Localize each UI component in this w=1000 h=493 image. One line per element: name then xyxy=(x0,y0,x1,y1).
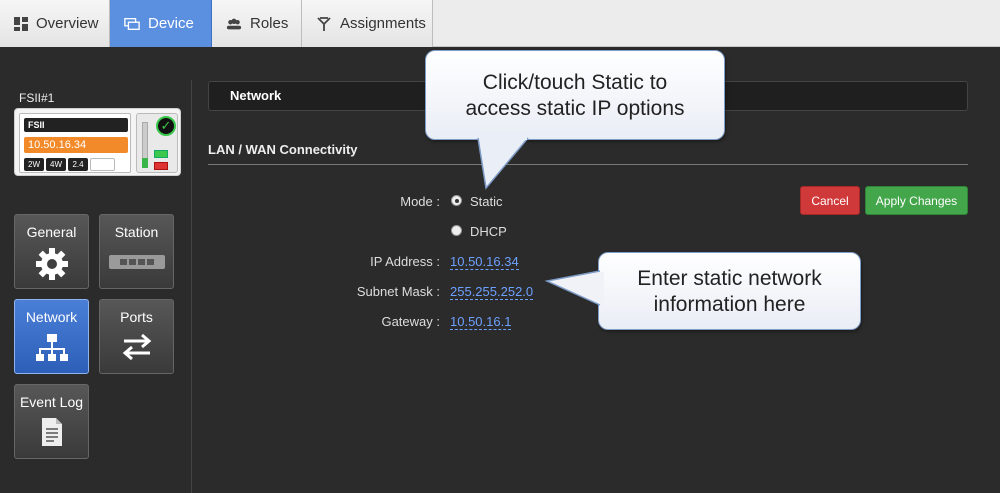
network-callout: Enter static network information here xyxy=(544,252,861,330)
chip-2w: 2W xyxy=(24,158,44,171)
static-radio[interactable] xyxy=(451,195,462,206)
top-tab-bar: Overview Device Roles Assignments xyxy=(0,0,1000,47)
nav-network-button[interactable]: Network xyxy=(14,299,89,374)
gateway-label: Gateway : xyxy=(381,314,440,329)
chip-blank xyxy=(90,158,115,171)
port-red-icon xyxy=(154,162,168,170)
chip-4w: 4W xyxy=(46,158,66,171)
port-green-icon xyxy=(154,150,168,158)
arrows-swap-icon xyxy=(100,332,173,362)
static-callout-pointer xyxy=(477,135,529,190)
device-name: FSII#1 xyxy=(19,91,55,105)
tab-assignments[interactable]: Assignments xyxy=(302,0,433,47)
static-callout-line1: Click/touch Static to xyxy=(482,71,668,94)
static-radio-label[interactable]: Static xyxy=(470,194,503,209)
users-icon xyxy=(226,16,242,32)
device-status-panel: ✓ xyxy=(136,113,178,173)
gear-icon xyxy=(15,247,88,281)
network-callout-line1: Enter static network xyxy=(637,267,822,290)
sidebar-divider xyxy=(191,80,192,493)
document-icon xyxy=(15,417,88,447)
assignments-icon xyxy=(316,16,332,32)
network-callout-pointer xyxy=(544,270,604,306)
tab-overview[interactable]: Overview xyxy=(0,0,110,47)
ip-address-label: IP Address : xyxy=(370,254,440,269)
dashboard-icon xyxy=(14,16,28,32)
cancel-button[interactable]: Cancel xyxy=(800,186,860,215)
signal-bar-fill xyxy=(142,158,148,168)
dhcp-radio-label[interactable]: DHCP xyxy=(470,224,507,239)
device-card[interactable]: FSII 10.50.16.34 2W 4W 2.4 ✓ xyxy=(14,108,181,176)
subnet-mask-field[interactable]: 255.255.252.0 xyxy=(450,284,534,300)
station-icon xyxy=(100,255,173,269)
device-ip-badge: 10.50.16.34 xyxy=(24,137,128,153)
gateway-field[interactable]: 10.50.16.1 xyxy=(450,314,512,330)
network-callout-line2: information here xyxy=(653,293,806,316)
check-icon: ✓ xyxy=(156,116,176,136)
section-subtitle: LAN / WAN Connectivity xyxy=(208,142,358,157)
static-callout: Click/touch Static to access static IP o… xyxy=(425,50,725,190)
tab-device[interactable]: Device xyxy=(110,0,212,47)
device-icon xyxy=(124,16,140,32)
chip-2-4: 2.4 xyxy=(68,158,88,171)
subtitle-divider xyxy=(208,164,968,165)
tab-roles[interactable]: Roles xyxy=(212,0,302,47)
static-callout-line2: access static IP options xyxy=(465,97,685,120)
nav-event-log-button[interactable]: Event Log xyxy=(14,384,89,459)
dhcp-radio[interactable] xyxy=(451,225,462,236)
mode-label: Mode : xyxy=(400,194,440,209)
apply-changes-button[interactable]: Apply Changes xyxy=(865,186,968,215)
nav-station-button[interactable]: Station xyxy=(99,214,174,289)
device-chips: 2W 4W 2.4 xyxy=(24,158,115,171)
device-model-label: FSII xyxy=(24,118,128,132)
nav-ports-button[interactable]: Ports xyxy=(99,299,174,374)
nav-general-button[interactable]: General xyxy=(14,214,89,289)
network-icon xyxy=(15,332,88,366)
device-panel: FSII 10.50.16.34 2W 4W 2.4 xyxy=(19,113,131,173)
subnet-mask-label: Subnet Mask : xyxy=(356,284,440,299)
ip-address-field[interactable]: 10.50.16.34 xyxy=(450,254,519,270)
